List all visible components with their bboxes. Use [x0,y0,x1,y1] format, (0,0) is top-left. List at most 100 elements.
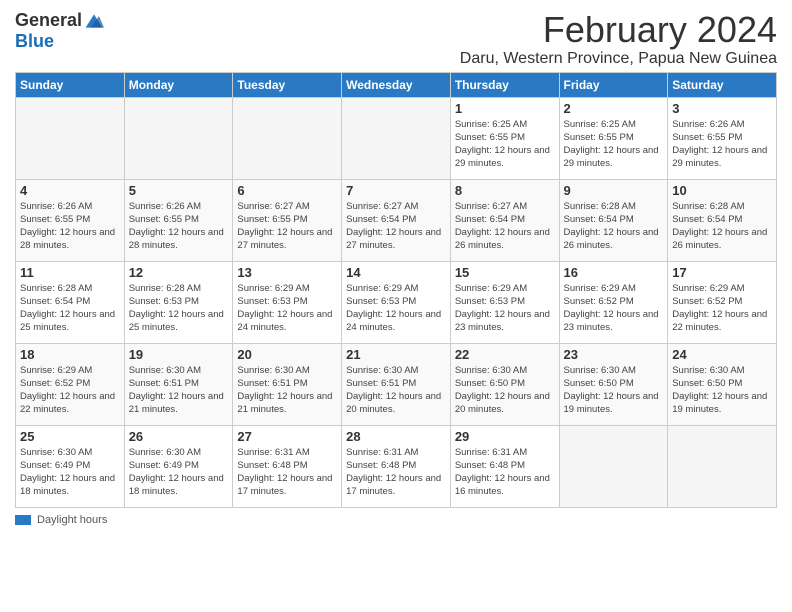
calendar-cell [559,425,668,507]
day-info: Sunrise: 6:29 AM Sunset: 6:53 PM Dayligh… [346,282,446,335]
daylight-legend-box [15,515,31,525]
day-info: Sunrise: 6:25 AM Sunset: 6:55 PM Dayligh… [564,118,664,171]
day-number: 28 [346,429,446,444]
day-header-saturday: Saturday [668,72,777,97]
day-info: Sunrise: 6:29 AM Sunset: 6:52 PM Dayligh… [20,364,120,417]
daylight-label: Daylight hours [37,514,107,526]
calendar-cell: 27Sunrise: 6:31 AM Sunset: 6:48 PM Dayli… [233,425,342,507]
calendar-cell: 2 Sunrise: 6:25 AM Sunset: 6:55 PM Daylig… [559,97,668,179]
day-number: 8 [455,183,555,198]
day-number: 6 [237,183,337,198]
calendar-cell: 4 Sunrise: 6:26 AM Sunset: 6:55 PM Daylig… [16,179,125,261]
week-row-2: 4 Sunrise: 6:26 AM Sunset: 6:55 PM Daylig… [16,179,777,261]
day-number: 23 [564,347,664,362]
week-row-3: 11 Sunrise: 6:28 AM Sunset: 6:54 PM Dayli… [16,261,777,343]
calendar-cell: 29Sunrise: 6:31 AM Sunset: 6:48 PM Dayli… [450,425,559,507]
calendar-cell [342,97,451,179]
day-info: Sunrise: 6:30 AM Sunset: 6:51 PM Dayligh… [346,364,446,417]
day-number: 4 [20,183,120,198]
day-number: 3 [672,101,772,116]
day-number: 22 [455,347,555,362]
calendar-cell: 7 Sunrise: 6:27 AM Sunset: 6:54 PM Daylig… [342,179,451,261]
calendar-cell: 26Sunrise: 6:30 AM Sunset: 6:49 PM Dayli… [124,425,233,507]
header-row: SundayMondayTuesdayWednesdayThursdayFrid… [16,72,777,97]
day-number: 14 [346,265,446,280]
day-info: Sunrise: 6:26 AM Sunset: 6:55 PM Dayligh… [129,200,229,253]
day-info: Sunrise: 6:30 AM Sunset: 6:51 PM Dayligh… [237,364,337,417]
calendar-cell: 13 Sunrise: 6:29 AM Sunset: 6:53 PM Dayli… [233,261,342,343]
calendar-cell: 20 Sunrise: 6:30 AM Sunset: 6:51 PM Dayli… [233,343,342,425]
calendar-cell: 6 Sunrise: 6:27 AM Sunset: 6:55 PM Daylig… [233,179,342,261]
day-number: 1 [455,101,555,116]
day-number: 2 [564,101,664,116]
day-info: Sunrise: 6:30 AM Sunset: 6:51 PM Dayligh… [129,364,229,417]
day-info: Sunrise: 6:30 AM Sunset: 6:50 PM Dayligh… [672,364,772,417]
day-number: 17 [672,265,772,280]
day-header-friday: Friday [559,72,668,97]
calendar-cell: 21Sunrise: 6:30 AM Sunset: 6:51 PM Dayli… [342,343,451,425]
day-info: Sunrise: 6:30 AM Sunset: 6:50 PM Dayligh… [564,364,664,417]
calendar-cell [16,97,125,179]
calendar-cell: 16Sunrise: 6:29 AM Sunset: 6:52 PM Dayli… [559,261,668,343]
day-info: Sunrise: 6:30 AM Sunset: 6:49 PM Dayligh… [20,446,120,499]
day-info: Sunrise: 6:28 AM Sunset: 6:54 PM Dayligh… [20,282,120,335]
calendar-cell: 8 Sunrise: 6:27 AM Sunset: 6:54 PM Daylig… [450,179,559,261]
calendar-cell [233,97,342,179]
day-number: 26 [129,429,229,444]
day-number: 5 [129,183,229,198]
day-info: Sunrise: 6:28 AM Sunset: 6:53 PM Dayligh… [129,282,229,335]
day-header-monday: Monday [124,72,233,97]
logo-icon [84,11,104,31]
day-number: 7 [346,183,446,198]
logo-general-text: General [15,10,82,31]
logo: General Blue [15,10,104,52]
calendar-cell: 23 Sunrise: 6:30 AM Sunset: 6:50 PM Dayli… [559,343,668,425]
day-number: 10 [672,183,772,198]
day-info: Sunrise: 6:27 AM Sunset: 6:54 PM Dayligh… [346,200,446,253]
day-info: Sunrise: 6:28 AM Sunset: 6:54 PM Dayligh… [564,200,664,253]
day-number: 13 [237,265,337,280]
day-number: 25 [20,429,120,444]
calendar-cell: 17Sunrise: 6:29 AM Sunset: 6:52 PM Dayli… [668,261,777,343]
day-info: Sunrise: 6:25 AM Sunset: 6:55 PM Dayligh… [455,118,555,171]
day-number: 11 [20,265,120,280]
calendar-cell [124,97,233,179]
day-number: 12 [129,265,229,280]
calendar-cell [668,425,777,507]
calendar-cell: 1 Sunrise: 6:25 AM Sunset: 6:55 PM Daylig… [450,97,559,179]
calendar-cell: 12 Sunrise: 6:28 AM Sunset: 6:53 PM Dayli… [124,261,233,343]
title-section: February 2024 Daru, Western Province, Pa… [460,10,777,68]
day-info: Sunrise: 6:26 AM Sunset: 6:55 PM Dayligh… [672,118,772,171]
day-header-wednesday: Wednesday [342,72,451,97]
calendar-cell: 3 Sunrise: 6:26 AM Sunset: 6:55 PM Daylig… [668,97,777,179]
day-info: Sunrise: 6:27 AM Sunset: 6:54 PM Dayligh… [455,200,555,253]
day-header-thursday: Thursday [450,72,559,97]
day-number: 20 [237,347,337,362]
day-number: 9 [564,183,664,198]
calendar-cell: 15Sunrise: 6:29 AM Sunset: 6:53 PM Dayli… [450,261,559,343]
day-number: 19 [129,347,229,362]
calendar-cell: 19 Sunrise: 6:30 AM Sunset: 6:51 PM Dayli… [124,343,233,425]
day-info: Sunrise: 6:26 AM Sunset: 6:55 PM Dayligh… [20,200,120,253]
day-header-sunday: Sunday [16,72,125,97]
week-row-1: 1 Sunrise: 6:25 AM Sunset: 6:55 PM Daylig… [16,97,777,179]
page: General Blue February 2024 Daru, Western… [0,0,792,612]
day-info: Sunrise: 6:31 AM Sunset: 6:48 PM Dayligh… [455,446,555,499]
calendar-cell: 22 Sunrise: 6:30 AM Sunset: 6:50 PM Dayli… [450,343,559,425]
calendar-cell: 28Sunrise: 6:31 AM Sunset: 6:48 PM Dayli… [342,425,451,507]
week-row-5: 25 Sunrise: 6:30 AM Sunset: 6:49 PM Dayli… [16,425,777,507]
calendar-cell: 24Sunrise: 6:30 AM Sunset: 6:50 PM Dayli… [668,343,777,425]
day-number: 27 [237,429,337,444]
calendar-cell: 11 Sunrise: 6:28 AM Sunset: 6:54 PM Dayli… [16,261,125,343]
calendar-table: SundayMondayTuesdayWednesdayThursdayFrid… [15,72,777,508]
day-info: Sunrise: 6:27 AM Sunset: 6:55 PM Dayligh… [237,200,337,253]
day-info: Sunrise: 6:30 AM Sunset: 6:50 PM Dayligh… [455,364,555,417]
day-info: Sunrise: 6:28 AM Sunset: 6:54 PM Dayligh… [672,200,772,253]
week-row-4: 18 Sunrise: 6:29 AM Sunset: 6:52 PM Dayli… [16,343,777,425]
calendar-cell: 9 Sunrise: 6:28 AM Sunset: 6:54 PM Daylig… [559,179,668,261]
logo-blue-text: Blue [15,31,54,52]
day-info: Sunrise: 6:29 AM Sunset: 6:53 PM Dayligh… [237,282,337,335]
calendar-cell: 10 Sunrise: 6:28 AM Sunset: 6:54 PM Dayli… [668,179,777,261]
day-header-tuesday: Tuesday [233,72,342,97]
day-number: 18 [20,347,120,362]
